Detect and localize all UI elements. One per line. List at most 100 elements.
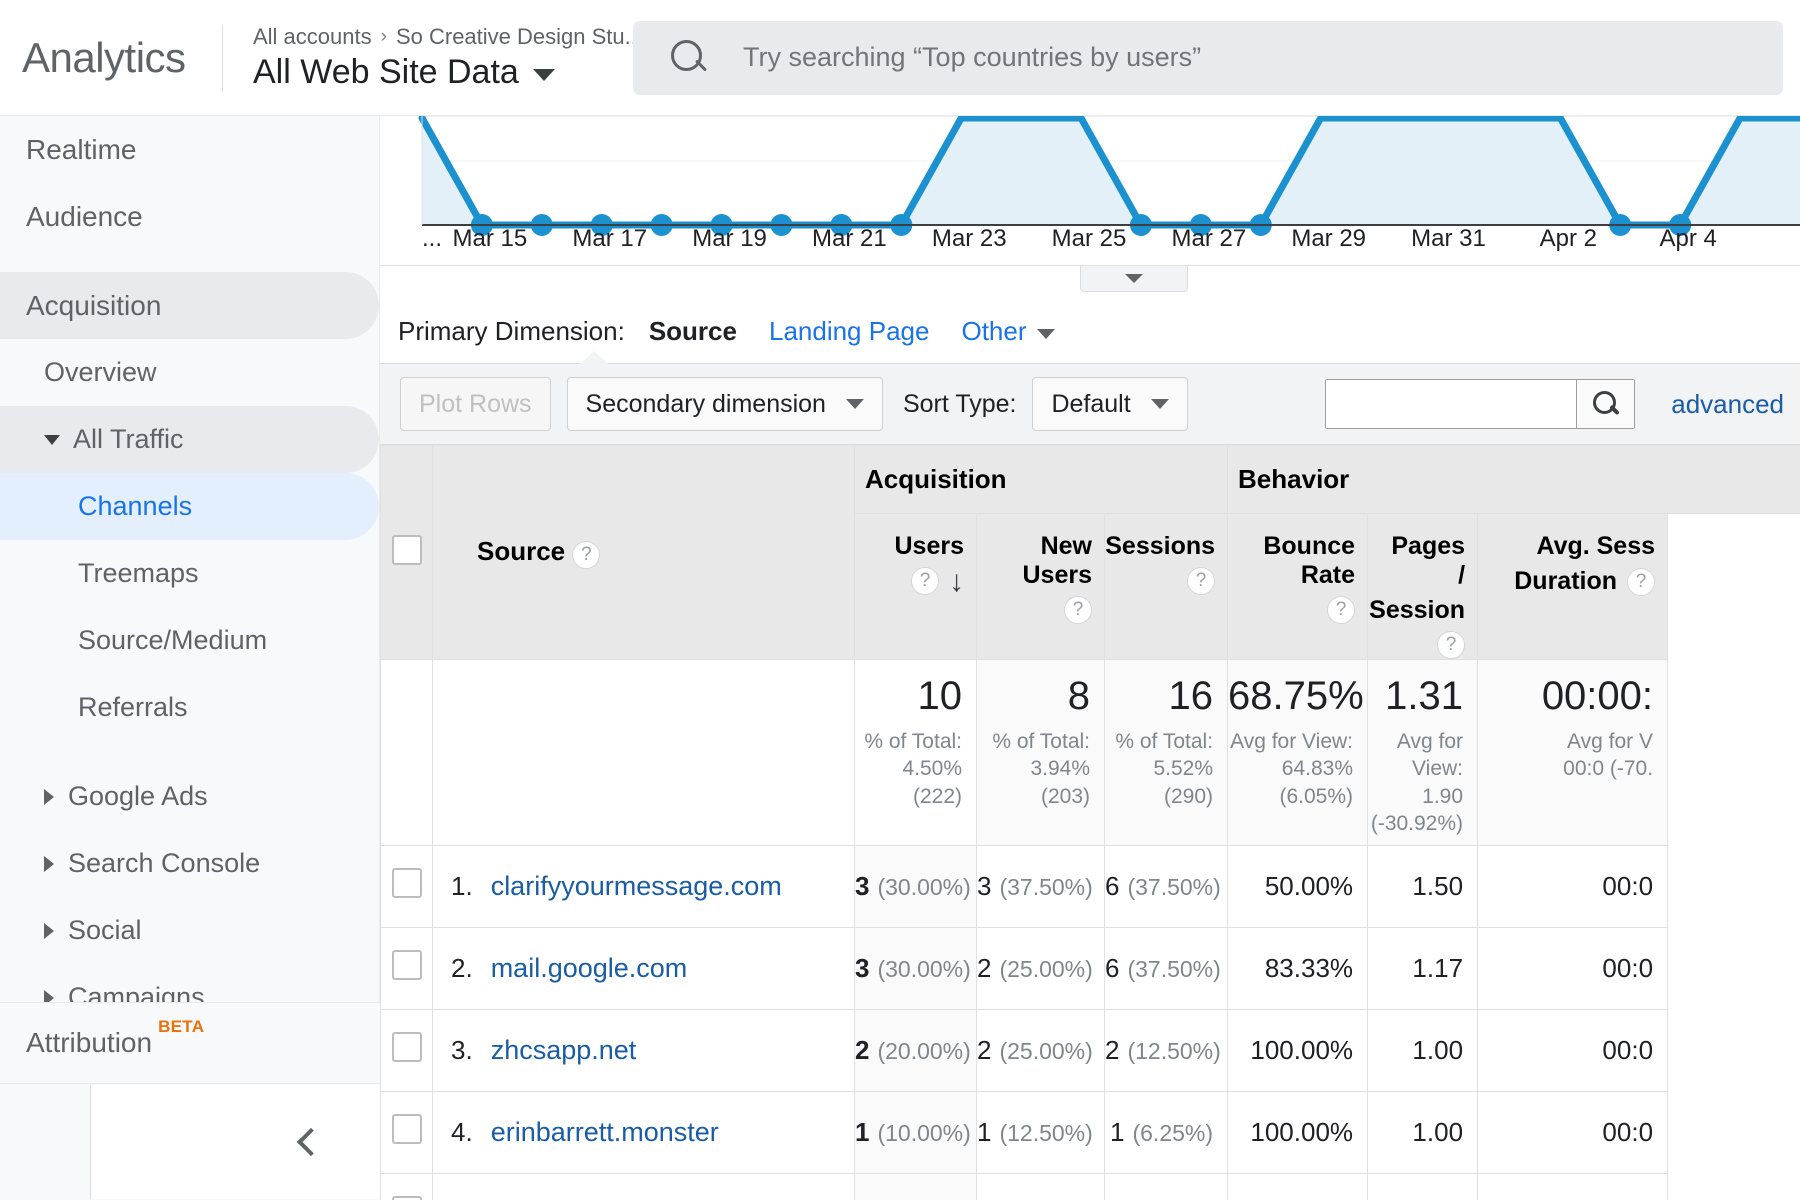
row-checkbox[interactable]: [392, 1032, 422, 1062]
sidebar-item-audience[interactable]: Audience: [0, 183, 379, 250]
summary-subtext: Avg for View:1.90(-30.92%): [1368, 728, 1463, 837]
global-search[interactable]: Try searching “Top countries by users”: [633, 21, 1783, 95]
axis-tick-label: Mar 21: [812, 225, 887, 253]
chevron-down-icon[interactable]: [533, 69, 555, 81]
sort-type-label: Sort Type:: [903, 390, 1017, 419]
primary-dimension-label: Primary Dimension:: [398, 316, 625, 347]
sidebar-item-label: Google Ads: [68, 781, 208, 812]
chevron-right-icon[interactable]: [44, 923, 54, 939]
source-column-header[interactable]: Source ?: [433, 446, 855, 660]
row-checkbox-cell[interactable]: [381, 928, 433, 1010]
help-icon[interactable]: ?: [1187, 567, 1215, 595]
chevron-left-icon[interactable]: [296, 1128, 324, 1156]
table-search[interactable]: [1325, 379, 1635, 429]
row-source-link[interactable]: clarifyyourmessage.com: [473, 871, 782, 902]
row-cell-pages-session: 1.17: [1368, 928, 1478, 1010]
sidebar-item-all-traffic[interactable]: All Traffic: [0, 406, 379, 473]
select-all-checkbox[interactable]: [392, 535, 422, 565]
primary-dimension-other[interactable]: Other: [961, 316, 1054, 347]
row-source-link[interactable]: erinbarrett.monster: [473, 1117, 719, 1148]
account-selector[interactable]: All accounts › So Creative Design Stu...…: [223, 24, 623, 92]
row-source-cell: 3.zhcsapp.net: [433, 1010, 855, 1092]
table-row[interactable]: 1.clarifyyourmessage.com3(30.00%)3(37.50…: [381, 846, 1800, 928]
help-icon[interactable]: ?: [1437, 631, 1465, 659]
row-checkbox[interactable]: [392, 1196, 422, 1200]
primary-dimension-source[interactable]: Source: [649, 316, 737, 347]
help-icon[interactable]: ?: [572, 541, 600, 569]
breadcrumb-accounts[interactable]: All accounts: [253, 24, 372, 50]
sidebar-item-attribution[interactable]: Attribution BETA: [0, 1002, 380, 1084]
sidebar-item-overview[interactable]: Overview: [0, 339, 379, 406]
table-row[interactable]: 4.erinbarrett.monster1(10.00%)1(12.50%)1…: [381, 1092, 1800, 1174]
sidebar-item-label: Treemaps: [78, 558, 199, 589]
sidebar-item-search-console[interactable]: Search Console: [0, 830, 379, 897]
table-search-button[interactable]: [1576, 380, 1634, 428]
help-icon[interactable]: ?: [911, 567, 939, 595]
sidebar-item-social[interactable]: Social: [0, 897, 379, 964]
axis-tick-label: Mar 27: [1172, 225, 1247, 253]
sidebar-item-acquisition[interactable]: Acquisition: [0, 272, 379, 339]
row-checkbox[interactable]: [392, 868, 422, 898]
row-source-link[interactable]: mail.google.com: [473, 953, 688, 984]
row-checkbox-cell[interactable]: [381, 1010, 433, 1092]
row-checkbox[interactable]: [392, 1114, 422, 1144]
table-row[interactable]: 3.zhcsapp.net2(20.00%)2(25.00%)2(12.50%)…: [381, 1010, 1800, 1092]
summary-subtext: Avg for View:64.83%(6.05%): [1228, 728, 1353, 810]
column-header-sessions[interactable]: Sessions ?: [1105, 514, 1228, 660]
table-row[interactable]: 5.mail.aol.com1(10.00%)0(0.00%)1(6.25%)0…: [381, 1174, 1800, 1200]
cell-value: 83.33%: [1265, 953, 1353, 983]
cell-value: 3: [855, 953, 869, 983]
table-row[interactable]: 2.mail.google.com3(30.00%)2(25.00%)6(37.…: [381, 928, 1800, 1010]
table-search-input[interactable]: [1326, 380, 1576, 428]
plot-rows-button[interactable]: Plot Rows: [400, 377, 551, 431]
breadcrumb-property[interactable]: So Creative Design Stu...: [396, 24, 643, 50]
row-cell-new-users: 2(25.00%): [977, 1010, 1105, 1092]
summary-value: 68.75%: [1228, 676, 1353, 716]
row-cell-new-users: 3(37.50%): [977, 846, 1105, 928]
help-icon[interactable]: ?: [1064, 596, 1092, 624]
sort-desc-icon[interactable]: ↓: [949, 571, 964, 592]
column-header-bounce-rate[interactable]: Bounce Rate ?: [1228, 514, 1368, 660]
sort-type-button[interactable]: Default: [1032, 377, 1187, 431]
sidebar-item-google-ads[interactable]: Google Ads: [0, 763, 379, 830]
chevron-down-icon[interactable]: [44, 435, 60, 445]
summary-cell-sessions: 16% of Total:5.52%(290): [1105, 660, 1228, 846]
sidebar-item-label: Realtime: [26, 134, 136, 166]
chevron-right-icon[interactable]: [44, 856, 54, 872]
avg-duration-line1: Avg. Sess: [1536, 532, 1655, 561]
axis-tick-label: Mar 15: [453, 225, 528, 253]
row-checkbox[interactable]: [392, 950, 422, 980]
cell-value: 100.00%: [1250, 1117, 1353, 1147]
sidebar-item-realtime[interactable]: Realtime: [0, 116, 379, 183]
chart-expand-handle[interactable]: [1080, 266, 1188, 292]
sidebar-item-channels[interactable]: Channels: [0, 473, 379, 540]
advanced-filter-link[interactable]: advanced: [1671, 389, 1784, 420]
column-header-pages-session[interactable]: Pages / Session ?: [1368, 514, 1478, 660]
select-all-header: [381, 446, 433, 660]
chevron-right-icon[interactable]: [44, 789, 54, 805]
chevron-right-icon: ›: [381, 26, 387, 48]
column-header-avg-duration[interactable]: Avg. Sess Duration ?: [1478, 514, 1668, 660]
help-icon[interactable]: ?: [1627, 568, 1655, 596]
trend-chart[interactable]: ...Mar 15Mar 17Mar 19Mar 21Mar 23Mar 25M…: [380, 116, 1800, 266]
row-checkbox-cell[interactable]: [381, 846, 433, 928]
secondary-dimension-button[interactable]: Secondary dimension: [567, 377, 883, 431]
column-header-new-users[interactable]: New Users ?: [977, 514, 1105, 660]
summary-cell-bounce-rate: 68.75% Avg for View:64.83%(6.05%): [1228, 660, 1368, 846]
help-icon[interactable]: ?: [1327, 596, 1355, 624]
axis-tick-label: ...: [422, 225, 442, 253]
sidebar-item-source-medium[interactable]: Source/Medium: [0, 607, 379, 674]
column-header-users[interactable]: Users ? ↓: [855, 514, 977, 660]
sidebar-item-referrals[interactable]: Referrals: [0, 674, 379, 741]
row-cell-avg-duration: 00:0: [1478, 1092, 1668, 1174]
cell-value: 00:0: [1602, 871, 1653, 901]
primary-dimension-landing-page[interactable]: Landing Page: [769, 316, 929, 347]
row-checkbox-cell[interactable]: [381, 1174, 433, 1200]
search-placeholder: Try searching “Top countries by users”: [743, 42, 1201, 73]
row-checkbox-cell[interactable]: [381, 1092, 433, 1174]
table-group-header-row: Source ? Acquisition Behavior: [381, 446, 1800, 514]
view-row[interactable]: All Web Site Data: [253, 53, 623, 92]
sidebar-collapse-button[interactable]: [90, 1085, 380, 1199]
sidebar-item-treemaps[interactable]: Treemaps: [0, 540, 379, 607]
row-source-link[interactable]: zhcsapp.net: [473, 1035, 637, 1066]
